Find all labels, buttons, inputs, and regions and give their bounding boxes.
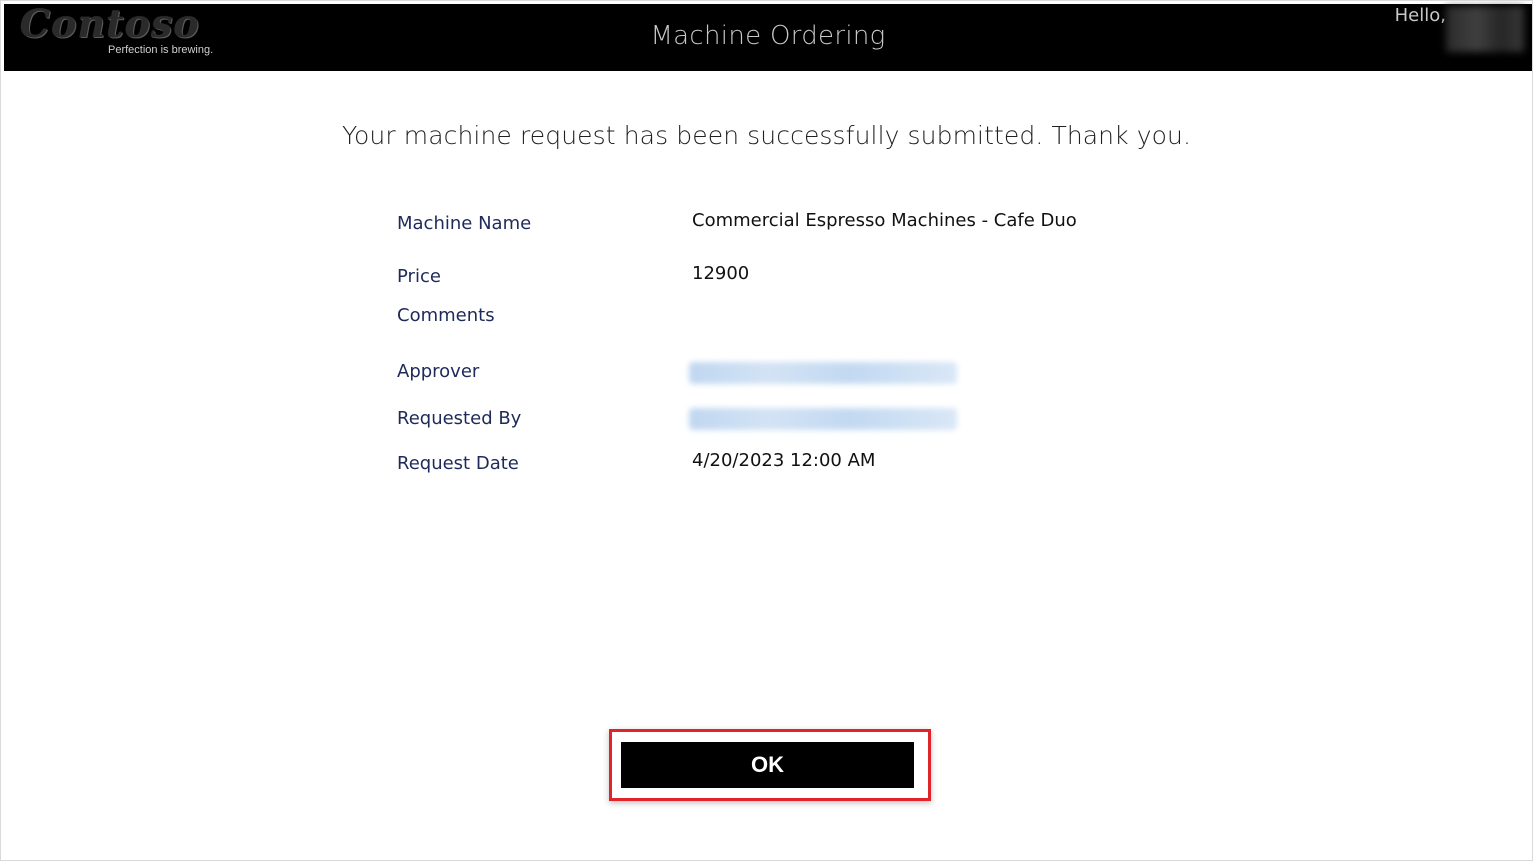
requested-by-label: Requested By [397, 408, 522, 429]
price-label: Price [397, 266, 441, 287]
comments-label: Comments [397, 305, 495, 326]
app-window: Contoso Perfection is brewing. Machine O… [0, 0, 1533, 861]
request-date-label: Request Date [397, 453, 519, 474]
machine-name-value: Commercial Espresso Machines - Cafe Duo [692, 210, 1077, 231]
approver-email-redacted [689, 362, 957, 384]
ok-button[interactable]: OK [621, 742, 914, 788]
price-value: 12900 [692, 263, 750, 284]
app-header: Contoso Perfection is brewing. Machine O… [4, 1, 1532, 71]
success-message: Your machine request has been successful… [341, 121, 1192, 150]
approver-label: Approver [397, 361, 480, 382]
request-date-value: 4/20/2023 12:00 AM [692, 450, 876, 471]
redacted-username [1446, 6, 1524, 52]
machine-name-label: Machine Name [397, 213, 532, 234]
requested-by-email-redacted [689, 408, 957, 430]
user-greeting: Hello, [1394, 5, 1446, 26]
page-title: Machine Ordering [650, 21, 886, 51]
